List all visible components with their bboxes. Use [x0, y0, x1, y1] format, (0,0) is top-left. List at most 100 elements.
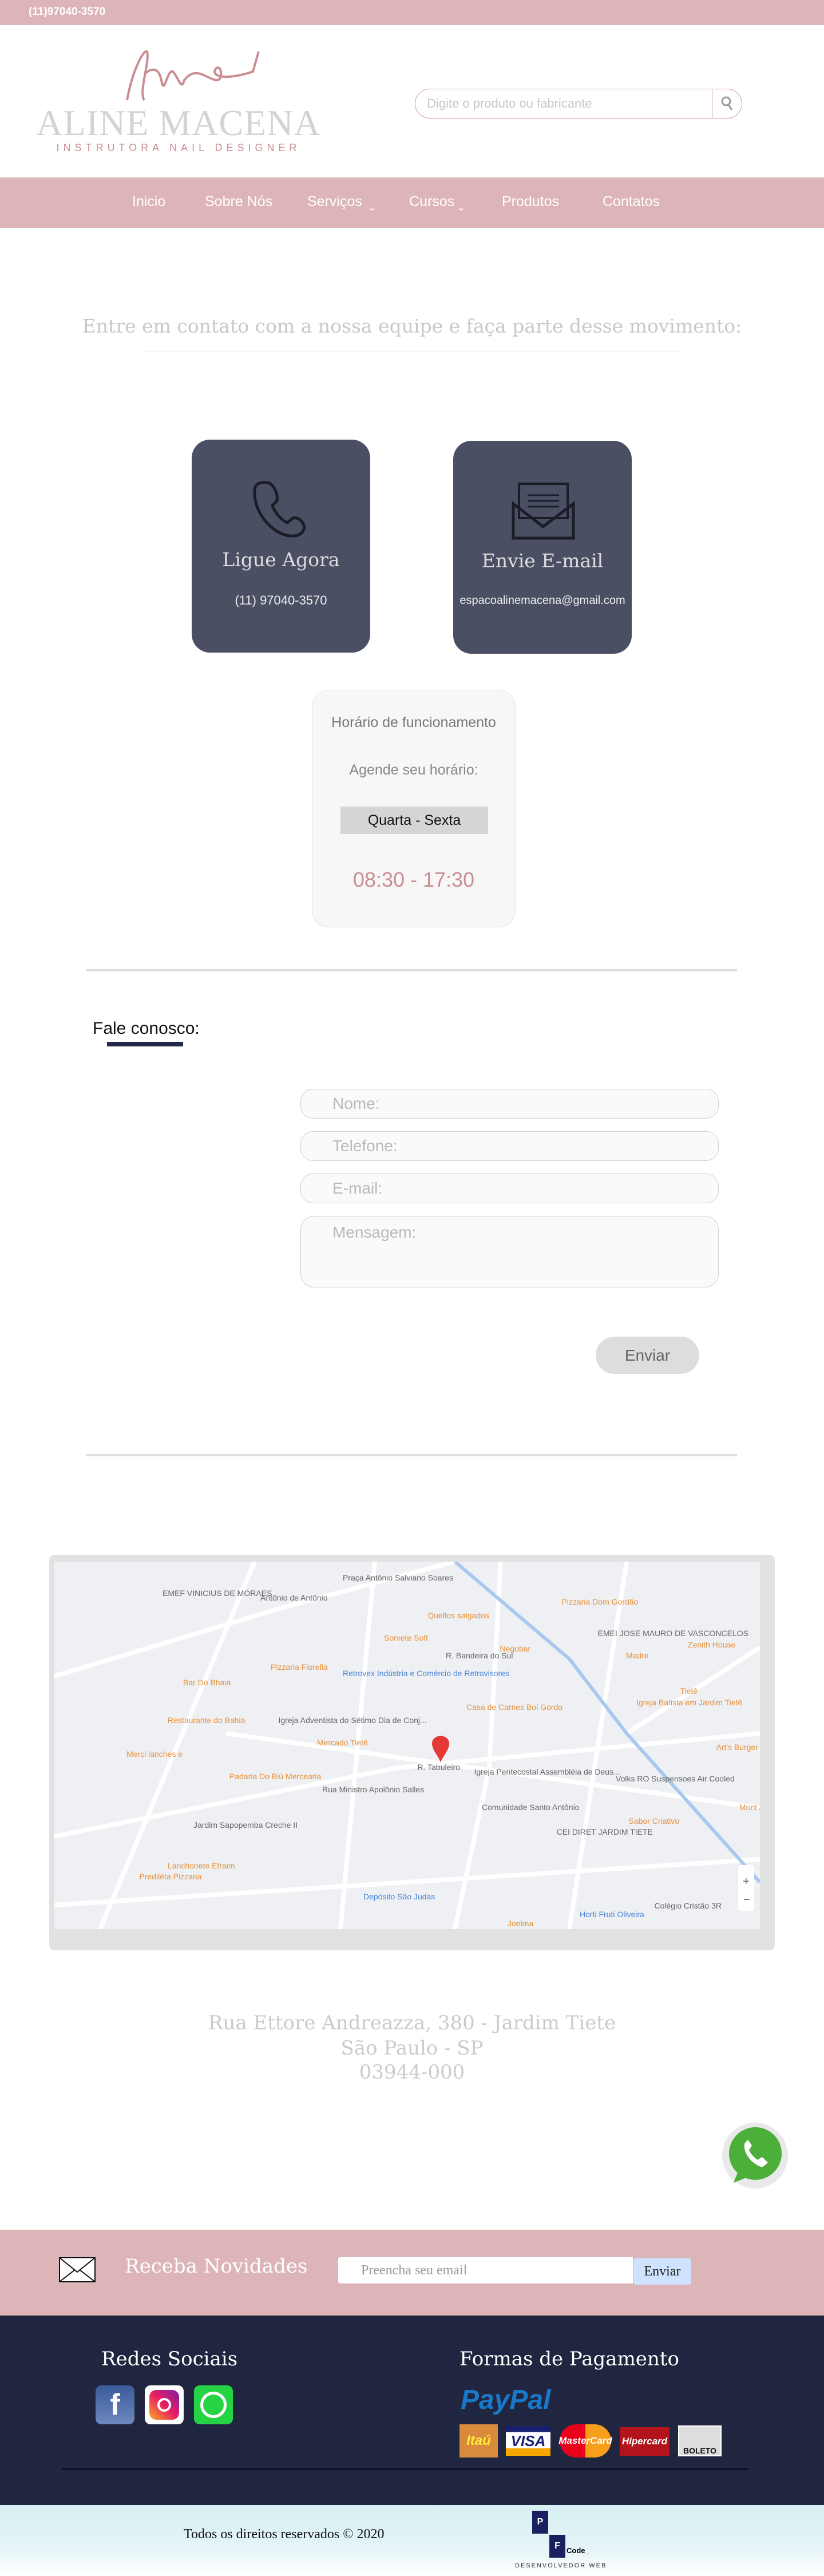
- name-input[interactable]: [300, 1089, 719, 1119]
- nav-sobre-nos[interactable]: Sobre Nós: [205, 193, 272, 210]
- paypal-logo: PayPal: [461, 2385, 551, 2415]
- map-pin-icon: [432, 1736, 449, 1763]
- map-label[interactable]: Rua Ministro Apolônio Salles: [322, 1785, 424, 1794]
- hipercard-logo: Hipercard: [620, 2427, 670, 2456]
- address-line-3: 03944-000: [359, 2061, 465, 2084]
- map-label[interactable]: Comunidade Santo Antônio: [482, 1803, 579, 1812]
- map-label[interactable]: Zenith House: [688, 1640, 735, 1649]
- whatsapp-icon[interactable]: [194, 2385, 233, 2424]
- divider: [86, 1454, 737, 1456]
- nav-inicio[interactable]: Inicio: [132, 193, 165, 210]
- footer-divider: [62, 2468, 748, 2470]
- instagram-icon[interactable]: [145, 2385, 184, 2424]
- divider: [145, 351, 681, 352]
- map-label[interactable]: CEI DIRET JARDIM TIETE: [557, 1827, 653, 1836]
- chevron-down-icon[interactable]: ⌄: [457, 202, 465, 214]
- map-label[interactable]: Madre: [626, 1651, 649, 1660]
- envelope-icon: [59, 2257, 96, 2282]
- visa-logo: VISA: [506, 2426, 550, 2456]
- nav-produtos[interactable]: Produtos: [502, 193, 559, 210]
- map-label[interactable]: Depósito São Judas: [363, 1892, 435, 1901]
- map-label[interactable]: Merci lanches e: [126, 1749, 183, 1759]
- map-label[interactable]: Sabor Criativo: [629, 1816, 680, 1826]
- map-label[interactable]: Mont Arara Hamburgue: [739, 1803, 760, 1812]
- map-label[interactable]: Horti Fruti Oliveira: [580, 1910, 644, 1919]
- map-label[interactable]: Casa de Carnes Boi Gordo: [466, 1702, 562, 1712]
- hours-subtitle: Agende seu horário:: [349, 762, 478, 778]
- map-label[interactable]: Restaurante do Bahia: [168, 1716, 245, 1725]
- map-label[interactable]: Joelma: [508, 1919, 533, 1928]
- footer: Redes Sociais f Formas de Pagamento PayP…: [0, 2316, 824, 2505]
- map-label[interactable]: Sorvete Soft: [384, 1633, 428, 1642]
- map-label[interactable]: Mercado Tietê: [317, 1738, 368, 1747]
- boleto-logo: BOLETO: [678, 2425, 722, 2456]
- map-label[interactable]: Praça Antônio Salviano Soares: [343, 1573, 453, 1582]
- nav-contatos[interactable]: Contatos: [603, 193, 660, 210]
- map[interactable]: + − Praça Antônio Salviano Soares EMEF VIN…: [54, 1562, 760, 1929]
- newsletter-email-input[interactable]: [338, 2257, 633, 2283]
- map-label[interactable]: Art's Burger: [716, 1743, 758, 1752]
- social-title: Redes Sociais: [101, 2348, 238, 2370]
- newsletter-band: Receba Novidades Enviar: [0, 2230, 824, 2316]
- search-icon: [721, 96, 732, 110]
- email-card[interactable]: Envie E-mail espacoalinemacena@gmail.com: [453, 441, 632, 654]
- phone-card-value: (11) 97040-3570: [235, 593, 327, 607]
- itau-logo: Itaú: [459, 2424, 498, 2458]
- email-card-title: Envie E-mail: [481, 550, 604, 572]
- topbar-phone: (11)97040-3570: [29, 6, 106, 18]
- map-label[interactable]: Pizzaria Fiorella: [271, 1662, 328, 1672]
- search-input[interactable]: [427, 94, 702, 113]
- map-label[interactable]: Volks RO Suspensoes Air Cooled: [616, 1774, 735, 1783]
- phone-card-title: Ligue Agora: [222, 548, 340, 571]
- map-label[interactable]: Bar Do Bhaia: [183, 1678, 231, 1687]
- map-label[interactable]: EMEI JOSE MAURO DE VASCONCELOS: [598, 1629, 748, 1638]
- message-input[interactable]: [300, 1216, 719, 1287]
- map-label[interactable]: R. Bandeira do Sul: [446, 1651, 513, 1660]
- phone-card[interactable]: Ligue Agora (11) 97040-3570: [192, 440, 370, 653]
- map-label[interactable]: Retrovex Indústria e Comércio de Retrovi…: [343, 1669, 509, 1678]
- map-label[interactable]: Igreja Adventista do Sétimo Dia de Conj.…: [279, 1716, 427, 1725]
- map-label[interactable]: Jardim Sapopemba Creche II: [193, 1820, 298, 1830]
- bottom-bar: Todos os direitos reservados © 2020 P F …: [0, 2505, 824, 2576]
- envelope-open-icon: [512, 483, 575, 540]
- whatsapp-float-button[interactable]: [722, 2123, 788, 2188]
- nav-cursos[interactable]: Cursos: [409, 193, 454, 210]
- map-label[interactable]: Quellos salgados: [428, 1611, 489, 1620]
- logo-name: ALINE MACENA: [36, 102, 321, 143]
- map-label[interactable]: Prediléta Pizzaria: [140, 1872, 202, 1881]
- map-label[interactable]: Antônio de Antônio: [260, 1593, 328, 1602]
- svg-text:−: −: [743, 1894, 750, 1906]
- email-card-value: espacoalinemacena@gmail.com: [459, 594, 625, 607]
- newsletter-submit-button[interactable]: Enviar: [633, 2258, 691, 2285]
- form-title: Fale conosco:: [93, 1019, 200, 1038]
- chevron-down-icon[interactable]: ⌄: [367, 202, 376, 214]
- map-label[interactable]: Padaria Do Biú Mercearia: [229, 1772, 321, 1781]
- payment-title: Formas de Pagamento: [459, 2348, 679, 2370]
- address-line-1: Rua Ettore Andreazza, 380 - Jardim Tiete: [208, 2012, 616, 2034]
- email-input[interactable]: [300, 1174, 719, 1203]
- main-nav: Inicio Sobre Nós Serviços ⌄ Cursos ⌄ Pro…: [0, 177, 824, 228]
- nav-servicos[interactable]: Serviços: [307, 193, 362, 210]
- copyright: Todos os direitos reservados © 2020: [184, 2527, 385, 2542]
- developer-logo[interactable]: P F Code_ DESENVOLVEDOR WEB: [515, 2511, 605, 2569]
- logo-subtitle: INSTRUTORA NAIL DESIGNER: [56, 142, 301, 153]
- search-button[interactable]: [712, 89, 742, 118]
- hours-title: Horário de funcionamento: [331, 714, 496, 730]
- phone-input[interactable]: [300, 1131, 719, 1161]
- map-label[interactable]: Igreja Pentecostal Assembléia de Deus...: [474, 1767, 620, 1776]
- map-label[interactable]: Lanchonete Efraim: [168, 1861, 235, 1870]
- mastercard-logo: MasterCard: [558, 2424, 612, 2458]
- map-label[interactable]: Pizzaria Dom Gordão: [562, 1597, 639, 1606]
- map-label[interactable]: Tietê: [680, 1686, 698, 1696]
- top-bar: (11)97040-3570: [0, 0, 824, 25]
- map-label[interactable]: R. Tabuleiro: [418, 1763, 460, 1772]
- facebook-icon[interactable]: f: [96, 2385, 134, 2424]
- address-line-2: São Paulo - SP: [340, 2037, 484, 2060]
- map-label[interactable]: Igreja Batista em Jardim Tietê: [636, 1698, 742, 1707]
- hours-time: 08:30 - 17:30: [352, 868, 475, 891]
- submit-button[interactable]: Enviar: [596, 1337, 699, 1374]
- site-logo[interactable]: ALINE MACENA INSTRUTORA NAIL DESIGNER: [30, 46, 327, 166]
- title-underline: [107, 1042, 183, 1046]
- map-label[interactable]: EMEF VINICIUS DE MORAES: [163, 1589, 272, 1598]
- map-label[interactable]: Colégio Cristão 3R: [655, 1901, 722, 1910]
